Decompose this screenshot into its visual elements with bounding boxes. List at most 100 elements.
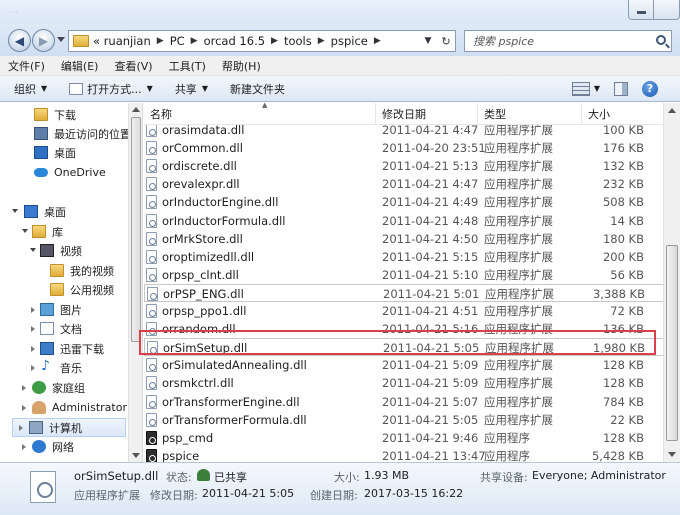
table-row[interactable]: pspice 2011-04-21 13:47 应用程序 5,428 KB (144, 447, 664, 462)
table-row[interactable]: psp_cmd 2011-04-21 9:46 应用程序 128 KB (144, 429, 664, 447)
menu-edit[interactable]: 编辑(E) (61, 58, 99, 74)
table-row[interactable]: orInductorEngine.dll 2011-04-21 4:49 应用程序扩… (144, 193, 664, 211)
organize-button[interactable]: 组织 ▼ (14, 81, 47, 97)
table-row[interactable]: orInductorFormula.dll 2011-04-21 4:48 应用程序… (144, 212, 664, 230)
nav-item-documents[interactable]: 文档 (40, 319, 82, 338)
minimize-button[interactable] (628, 0, 654, 20)
file-name-cell: oroptimizedll.dll (162, 249, 255, 264)
file-name-cell: orpsp_clnt.dll (162, 267, 239, 282)
table-row[interactable]: orsmkctrl.dll 2011-04-21 5:09 应用程序扩展 128 KB (144, 374, 664, 392)
navigation-scrollbar[interactable] (128, 103, 142, 462)
expand-desktop-icon[interactable] (12, 209, 18, 213)
nav-item-computer[interactable]: 计算机 (12, 418, 126, 437)
nav-item-public-videos[interactable]: 公用视频 (50, 280, 114, 299)
column-header-size[interactable]: 大小 (582, 103, 664, 125)
nav-item-my-videos[interactable]: 我的视频 (50, 261, 114, 280)
expand-music-icon[interactable] (31, 365, 35, 371)
menu-view[interactable]: 查看(V) (114, 58, 152, 74)
file-name-cell: orsmkctrl.dll (162, 376, 234, 391)
sort-ascending-icon: ▲ (262, 101, 268, 109)
breadcrumb-tools[interactable]: tools ▶ (284, 34, 331, 48)
nav-item-music[interactable]: 音乐 (40, 358, 82, 377)
table-row[interactable]: oroptimizedll.dll 2011-04-21 5:15 应用程序扩展 20… (144, 248, 664, 266)
file-name-cell: orevalexpr.dll (162, 177, 240, 192)
address-bar[interactable]: « ruanjian ▶ PC ▶ orcad 16.5 ▶ tools ▶ pspic… (68, 30, 456, 52)
expand-homegroup-icon[interactable] (22, 385, 26, 391)
close-button[interactable] (654, 0, 680, 20)
search-box[interactable]: 搜索 pspice (464, 30, 672, 52)
table-row[interactable]: orSimSetup.dll 2011-04-21 5:05 应用程序扩展 1,980… (144, 338, 664, 357)
view-dropdown-icon[interactable]: ▼ (594, 84, 600, 93)
nav-item-video[interactable]: 视频 (40, 241, 82, 260)
table-row[interactable]: orrandom.dll 2011-04-21 5:16 应用程序扩展 136 KB (144, 320, 664, 338)
change-view-icon[interactable] (571, 81, 590, 96)
help-button[interactable]: ? (642, 80, 658, 97)
nav-item-pictures[interactable]: 图片 (40, 300, 82, 319)
table-row[interactable]: orasimdata.dll 2011-04-21 4:47 应用程序扩展 100 K… (144, 125, 664, 139)
column-header-name[interactable]: 名称 ▲ (144, 101, 376, 125)
file-size-cell: 128 KB (602, 376, 644, 391)
exe-file-icon (146, 430, 157, 445)
back-button[interactable]: ◀ (8, 29, 31, 52)
expand-pictures-icon[interactable] (31, 307, 35, 313)
details-created-label: 创建日期: (310, 489, 358, 502)
file-date-cell: 2011-04-21 5:09 (382, 376, 479, 391)
preview-pane-icon[interactable] (614, 81, 628, 96)
nav-item-downloads[interactable]: 下载 (34, 105, 76, 124)
expand-xunlei-icon[interactable] (31, 346, 35, 352)
table-row[interactable]: orpsp_clnt.dll 2011-04-21 5:10 应用程序扩展 56 KB (144, 266, 664, 284)
nav-item-homegroup[interactable]: 家庭组 (32, 378, 85, 397)
expand-video-icon[interactable] (30, 248, 36, 252)
dll-file-icon (146, 125, 157, 137)
nav-item-onedrive[interactable]: OneDrive (34, 163, 106, 182)
breadcrumb-pc[interactable]: PC ▶ (170, 34, 204, 48)
file-name-cell: psp_cmd (162, 430, 214, 445)
expand-documents-icon[interactable] (31, 326, 35, 332)
nav-item-network[interactable]: 网络 (32, 437, 74, 456)
share-button[interactable]: 共享 ▼ (175, 81, 208, 97)
nav-item-desktop-fav[interactable]: 桌面 (34, 143, 76, 162)
file-date-cell: 2011-04-20 23:51 (382, 141, 486, 156)
expand-network-icon[interactable] (22, 444, 26, 450)
breadcrumb-orcad[interactable]: orcad 16.5 ▶ (204, 34, 284, 48)
search-icon[interactable] (656, 35, 666, 45)
nav-item-library[interactable]: 库 (32, 222, 63, 241)
search-input[interactable]: 搜索 pspice (473, 33, 534, 49)
table-row[interactable]: orTransformerFormula.dll 2011-04-21 5:05 应… (144, 411, 664, 429)
nav-item-desktop[interactable]: 桌面 (24, 202, 66, 221)
menu-help[interactable]: 帮助(H) (222, 58, 261, 74)
expand-library-icon[interactable] (22, 229, 28, 233)
nav-item-administrator[interactable]: Administrator (32, 398, 127, 417)
documents-icon (40, 322, 54, 335)
table-row[interactable]: orMrkStore.dll 2011-04-21 4:50 应用程序扩展 180 K… (144, 230, 664, 248)
desktop-icon (24, 205, 38, 218)
nav-item-xunlei[interactable]: 迅雷下载 (40, 339, 104, 358)
scrollbar-thumb[interactable] (666, 245, 678, 441)
table-row[interactable]: orpsp_ppo1.dll 2011-04-21 4:51 应用程序扩展 72 KB (144, 302, 664, 320)
nav-item-recent-places[interactable]: 最近访问的位置 (34, 124, 131, 143)
expand-administrator-icon[interactable] (22, 405, 26, 411)
table-row[interactable]: orCommon.dll 2011-04-20 23:51 应用程序扩展 176 KB (144, 139, 664, 157)
menu-file[interactable]: 文件(F) (8, 58, 45, 74)
new-folder-button[interactable]: 新建文件夹 (230, 81, 285, 97)
file-list-scrollbar[interactable] (663, 103, 680, 462)
table-row[interactable]: orPSP_ENG.dll 2011-04-21 5:01 应用程序扩展 3,388 … (144, 283, 664, 302)
file-type-cell: 应用程序扩展 (484, 358, 553, 373)
column-headers: 名称 ▲ 修改日期 类型 大小 (144, 101, 664, 125)
scrollbar-thumb[interactable] (131, 117, 141, 342)
table-row[interactable]: orevalexpr.dll 2011-04-21 4:47 应用程序扩展 232 K… (144, 175, 664, 193)
column-header-date[interactable]: 修改日期 (376, 103, 478, 125)
forward-button[interactable]: ▶ (32, 29, 55, 52)
details-size-label: 大小: (334, 471, 360, 484)
refresh-icon[interactable]: ↻ (437, 35, 455, 48)
breadcrumb-pspice[interactable]: pspice ▶ (331, 34, 387, 48)
breadcrumb-root[interactable]: « ruanjian ▶ (93, 34, 170, 48)
column-header-type[interactable]: 类型 (478, 103, 582, 125)
table-row[interactable]: orSimulatedAnnealing.dll 2011-04-21 5:09 应… (144, 356, 664, 374)
open-with-button[interactable]: 打开方式... ▼ (69, 81, 153, 97)
table-row[interactable]: ordiscrete.dll 2011-04-21 5:13 应用程序扩展 132 K… (144, 157, 664, 175)
recent-pages-dropdown-icon[interactable] (57, 37, 65, 42)
menu-tools[interactable]: 工具(T) (169, 58, 206, 74)
table-row[interactable]: orTransformerEngine.dll 2011-04-21 5:07 应用… (144, 393, 664, 411)
address-dropdown-icon[interactable]: ▼ (419, 36, 437, 46)
